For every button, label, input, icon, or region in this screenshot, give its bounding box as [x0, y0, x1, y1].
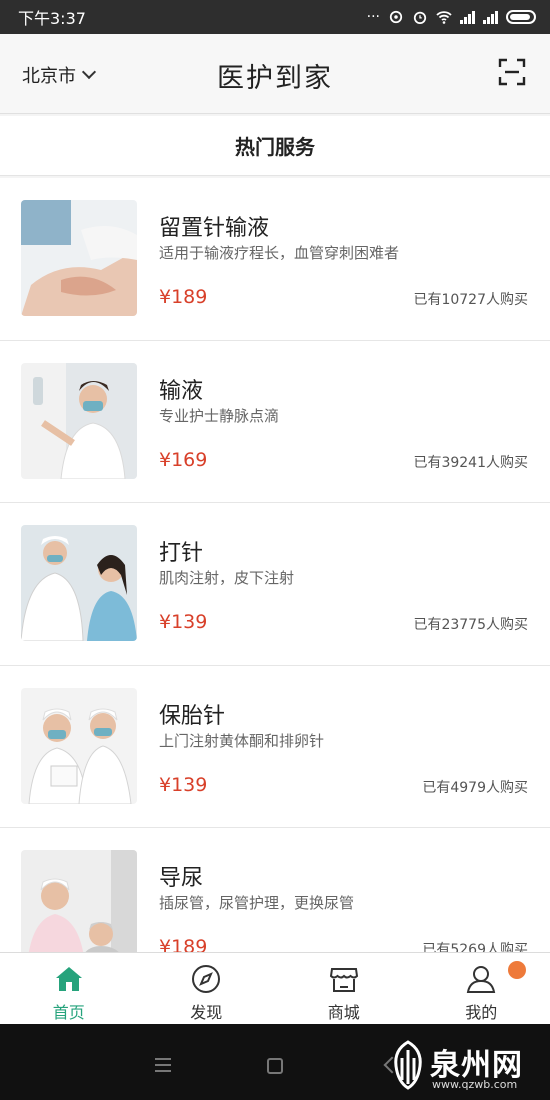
tab-store[interactable]: 商城: [275, 953, 413, 1024]
home-icon: [55, 967, 82, 991]
tab-label: 首页: [52, 1003, 85, 1022]
notification-badge: [508, 961, 526, 979]
service-desc: 专业护士静脉点滴: [159, 406, 280, 425]
service-title: 打针: [159, 541, 204, 566]
tab-home[interactable]: 首页: [0, 953, 138, 1024]
user-icon: [467, 966, 496, 993]
service-sold-count: 已有23775人购买: [413, 617, 528, 633]
tab-profile[interactable]: 我的: [413, 953, 550, 1024]
service-title: 保胎针: [159, 703, 226, 729]
service-desc: 肌肉注射，皮下注射: [159, 569, 295, 587]
app-header: 北京市 医护到家: [0, 34, 550, 114]
service-title: 导尿: [159, 866, 204, 891]
service-item[interactable]: 导尿 插尿管，尿管护理，更换尿管 ¥189 已有5269人购买: [0, 828, 550, 952]
service-desc: 插尿管，尿管护理，更换尿管: [159, 894, 355, 912]
service-thumbnail-catheter: [21, 850, 137, 952]
menu-icon[interactable]: [155, 1058, 171, 1072]
tab-label: 发现: [190, 1003, 223, 1022]
service-thumbnail-pregnancy-injection: [21, 687, 137, 804]
service-sold-count: 已有39241人购买: [413, 454, 528, 471]
tab-discover[interactable]: 发现: [138, 953, 276, 1024]
service-thumbnail-infusion: [21, 362, 137, 479]
service-sold-count: 已有10727人购买: [413, 292, 528, 308]
compass-icon: [192, 965, 221, 993]
tab-label: 商城: [327, 1003, 360, 1022]
service-price: ¥189: [159, 286, 208, 308]
store-icon: [329, 968, 358, 992]
service-thumbnail-iv-catheter: [21, 200, 137, 316]
battery-icon: [506, 10, 536, 24]
status-time: 下午3:37: [18, 9, 86, 28]
ellipsis-icon: ···: [366, 9, 380, 25]
service-item[interactable]: 输液 专业护士静脉点滴 ¥169 已有39241人购买: [0, 340, 550, 503]
alarm-icon: [413, 11, 427, 24]
signal-icon-2: [483, 10, 498, 24]
service-desc: 适用于输液疗程长，血管穿刺困难者: [159, 244, 400, 262]
watermark-url: www.qzwb.com: [432, 1078, 518, 1091]
service-item[interactable]: 保胎针 上门注射黄体酮和排卵针 ¥139 已有4979人购买: [0, 665, 550, 828]
service-title: 输液: [159, 378, 204, 404]
status-icons: ···: [367, 9, 536, 25]
service-price: ¥189: [159, 936, 208, 952]
service-price: ¥169: [159, 448, 208, 471]
home-square-icon[interactable]: [267, 1058, 283, 1074]
service-sold-count: 已有4979人购买: [422, 779, 528, 796]
page-title: 医护到家: [217, 63, 333, 94]
service-desc: 上门注射黄体酮和排卵针: [159, 731, 325, 750]
wifi-icon: [436, 11, 452, 24]
service-item[interactable]: 打针 肌肉注射，皮下注射 ¥139 已有23775人购买: [0, 503, 550, 666]
bottom-tab-bar: 首页 发现 商城 我的: [0, 952, 550, 1024]
service-list: 留置针输液 适用于输液疗程长，血管穿刺困难者 ¥189 已有10727人购买 输…: [0, 178, 550, 952]
signal-icon: [460, 10, 475, 24]
system-nav-bar: 泉州网 www.qzwb.com: [0, 1024, 550, 1100]
service-thumbnail-injection: [21, 525, 137, 641]
watermark: 泉州网 www.qzwb.com: [390, 1038, 540, 1092]
status-bar: 下午3:37 ···: [0, 0, 550, 34]
scan-icon[interactable]: [498, 58, 526, 86]
tab-label: 我的: [465, 1003, 498, 1022]
section-title: 热门服务: [0, 116, 550, 176]
service-item[interactable]: 留置针输液 适用于输液疗程长，血管穿刺困难者 ¥189 已有10727人购买: [0, 178, 550, 341]
service-title: 留置针输液: [159, 216, 270, 241]
hotspot-icon: [389, 10, 403, 24]
service-sold-count: 已有5269人购买: [422, 942, 528, 952]
service-price: ¥139: [159, 611, 208, 633]
watermark-logo-icon: [394, 1040, 422, 1090]
service-price: ¥139: [159, 773, 208, 796]
